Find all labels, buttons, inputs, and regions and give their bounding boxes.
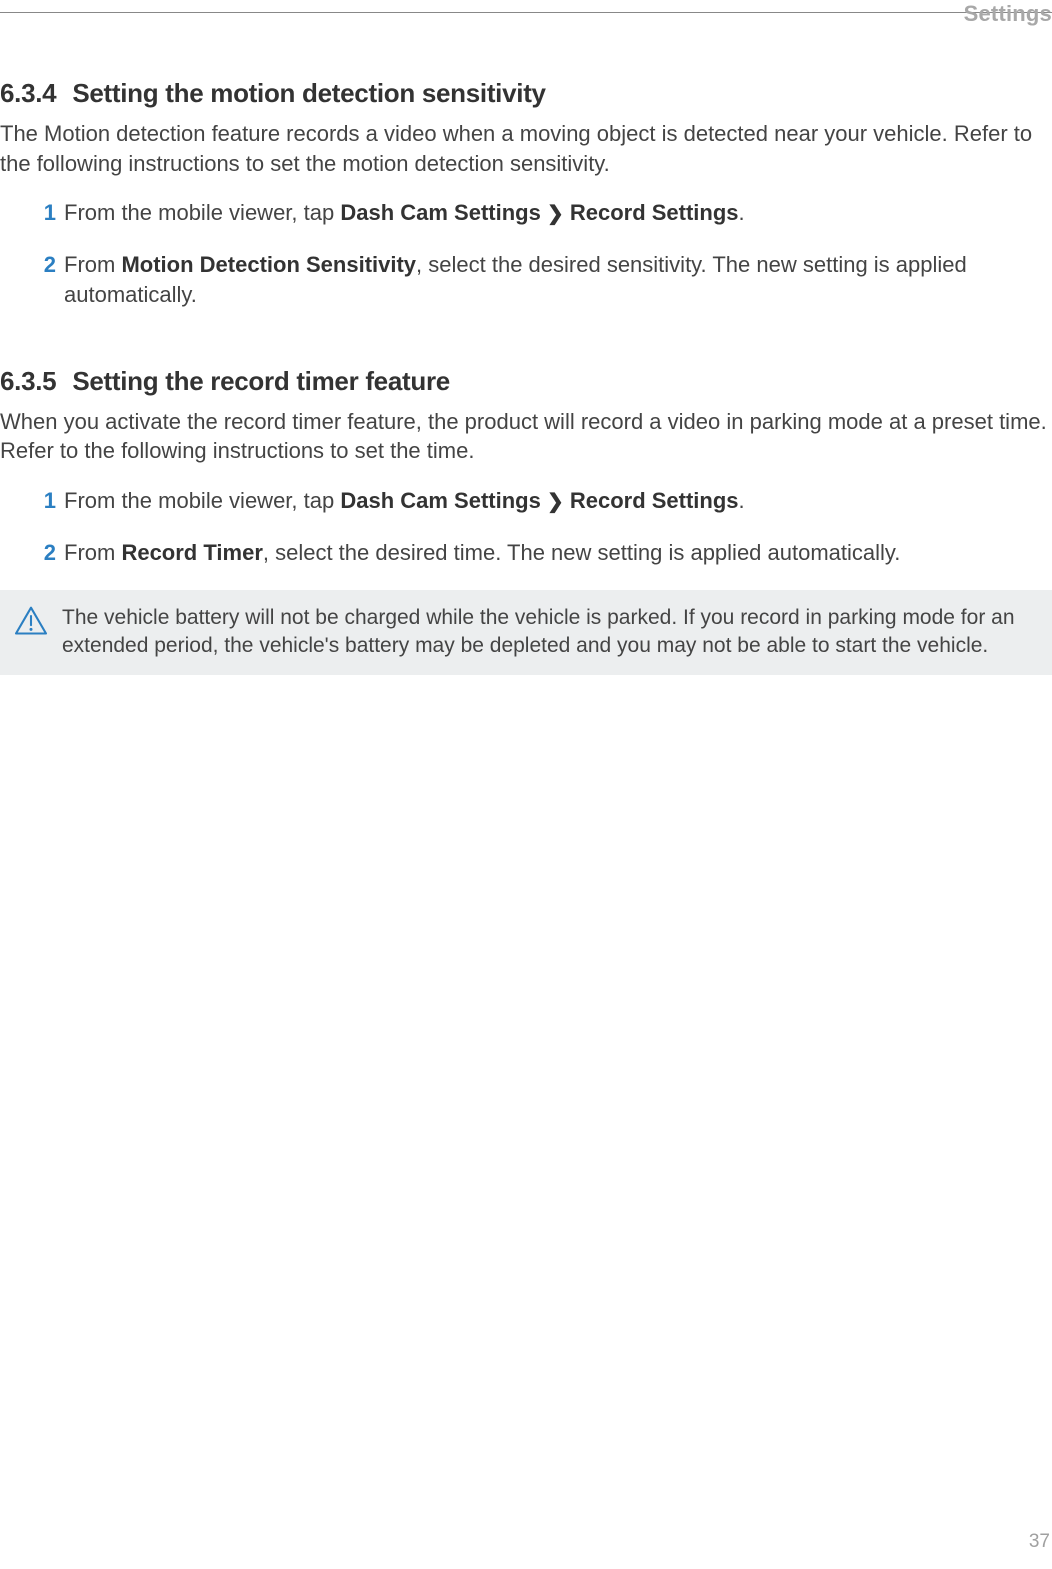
section-634: 6.3.4 Setting the motion detection sensit… — [0, 78, 1052, 310]
section-number: 6.3.4 — [0, 78, 56, 109]
section-635: 6.3.5 Setting the record timer feature Wh… — [0, 366, 1052, 675]
step-text: From Record Timer, select the desired ti… — [64, 538, 1052, 568]
step-2: 2 From Motion Detection Sensitivity, sel… — [34, 250, 1052, 309]
page-content: 6.3.4 Setting the motion detection sensit… — [0, 0, 1052, 675]
chevron-right-icon: ❯ — [547, 489, 564, 516]
section-intro-635: When you activate the record timer featu… — [0, 407, 1052, 466]
page-number: 37 — [1029, 1531, 1050, 1553]
step-2: 2 From Record Timer, select the desired … — [34, 538, 1052, 568]
step-number: 2 — [34, 538, 56, 568]
header-title: Settings — [964, 1, 1052, 27]
section-heading-635: 6.3.5 Setting the record timer feature — [0, 366, 1052, 397]
section-title: Setting the motion detection sensitivity — [72, 78, 545, 108]
section-title: Setting the record timer feature — [72, 366, 450, 396]
header-divider: Settings — [0, 12, 1052, 13]
caution-icon — [14, 606, 48, 636]
step-text: From Motion Detection Sensitivity, selec… — [64, 250, 1052, 309]
step-text: From the mobile viewer, tap Dash Cam Set… — [64, 486, 1052, 516]
section-number: 6.3.5 — [0, 366, 56, 397]
step-number: 2 — [34, 250, 56, 280]
step-number: 1 — [34, 486, 56, 516]
steps-634: 1 From the mobile viewer, tap Dash Cam S… — [0, 198, 1052, 309]
steps-635: 1 From the mobile viewer, tap Dash Cam S… — [0, 486, 1052, 568]
caution-text: The vehicle battery will not be charged … — [62, 604, 1034, 661]
section-heading-634: 6.3.4 Setting the motion detection sensit… — [0, 78, 1052, 109]
section-intro-634: The Motion detection feature records a v… — [0, 119, 1052, 178]
caution-box: The vehicle battery will not be charged … — [0, 590, 1052, 675]
step-1: 1 From the mobile viewer, tap Dash Cam S… — [34, 198, 1052, 228]
chevron-right-icon: ❯ — [547, 201, 564, 228]
step-text: From the mobile viewer, tap Dash Cam Set… — [64, 198, 1052, 228]
step-number: 1 — [34, 198, 56, 228]
step-1: 1 From the mobile viewer, tap Dash Cam S… — [34, 486, 1052, 516]
